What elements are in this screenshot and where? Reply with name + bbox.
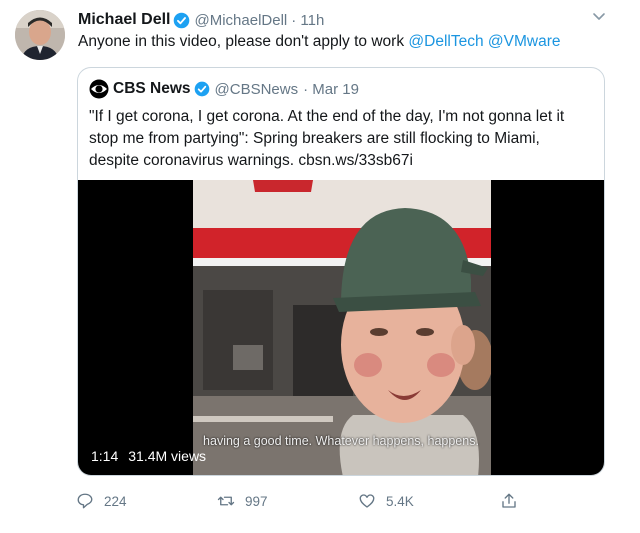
quoted-tweet-text: "If I get corona, I get corona. At the e…: [89, 108, 565, 169]
quoted-tweet[interactable]: CBS News @CBSNews · Mar 19 "If I get cor…: [77, 67, 605, 476]
quoted-author-name[interactable]: CBS News: [113, 80, 191, 98]
retweet-count: 997: [245, 493, 268, 509]
retweet-icon: [217, 496, 235, 506]
avatar[interactable]: [15, 10, 65, 60]
verified-badge-icon: [194, 81, 210, 97]
tweet-header: Michael Dell @MichaelDell · 11h: [78, 9, 324, 31]
like-count: 5.4K: [386, 493, 414, 509]
verified-badge-icon: [173, 12, 190, 29]
video-frame: [193, 180, 491, 475]
tweet-text: Anyone in this video, please don't apply…: [78, 33, 560, 51]
video-stats: 1:14 31.4M views: [91, 448, 206, 464]
tweet-actions: 224 997 5.4K: [76, 492, 546, 516]
chevron-down-icon[interactable]: [590, 10, 608, 24]
like-button[interactable]: 5.4K: [358, 492, 414, 510]
tweet-time[interactable]: · 11h: [291, 12, 324, 29]
mention-vmware[interactable]: @VMware: [488, 33, 561, 50]
retweet-button[interactable]: 997: [217, 492, 268, 510]
video-player[interactable]: having a good time. Whatever happens, ha…: [78, 180, 604, 475]
tweet-text-body: Anyone in this video, please don't apply…: [78, 33, 409, 50]
quoted-tweet-date[interactable]: · Mar 19: [303, 81, 359, 98]
reply-icon: [77, 493, 93, 509]
heart-icon: [359, 494, 375, 508]
quoted-author-handle[interactable]: @CBSNews: [215, 81, 299, 98]
video-views: 31.4M views: [128, 448, 207, 464]
share-button[interactable]: [500, 492, 528, 510]
author-name[interactable]: Michael Dell: [78, 11, 170, 29]
cbs-eye-logo-icon: [89, 79, 109, 99]
mention-delltech[interactable]: @DellTech: [408, 33, 483, 50]
video-duration: 1:14: [91, 448, 119, 464]
quoted-tweet-header: CBS News @CBSNews · Mar 19: [89, 78, 359, 100]
reply-button[interactable]: 224: [76, 492, 127, 510]
avatar-photo: [15, 10, 65, 60]
author-handle[interactable]: @MichaelDell: [194, 12, 287, 29]
share-icon: [502, 493, 516, 508]
video-caption: having a good time. Whatever happens, ha…: [203, 434, 479, 448]
reply-count: 224: [104, 493, 127, 509]
